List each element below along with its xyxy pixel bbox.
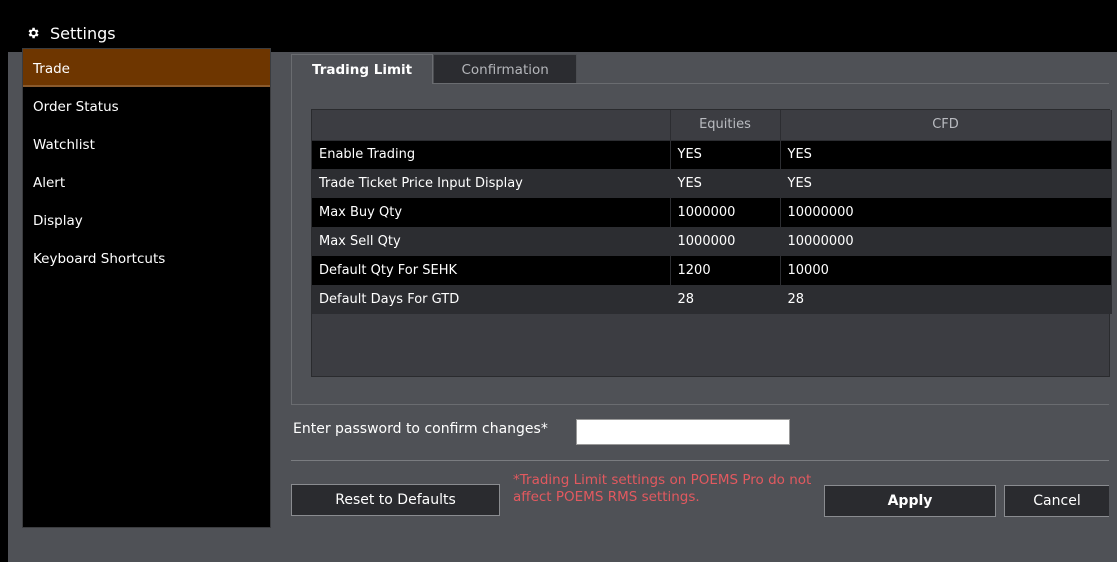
table-header-row: Equities CFD xyxy=(312,110,1112,141)
apply-button[interactable]: Apply xyxy=(824,485,996,517)
cfd-value[interactable]: YES xyxy=(780,169,1112,198)
tab-bar: Trading Limit Confirmation xyxy=(291,54,578,84)
equities-value[interactable]: 1000000 xyxy=(670,227,781,256)
sidebar-item-alert[interactable]: Alert xyxy=(23,163,270,201)
column-header-cfd: CFD xyxy=(780,110,1112,141)
sidebar-item-watchlist[interactable]: Watchlist xyxy=(23,125,270,163)
settings-sidebar: Trade Order Status Watchlist Alert Displ… xyxy=(22,48,271,528)
setting-label: Max Buy Qty xyxy=(312,198,671,227)
equities-value[interactable]: YES xyxy=(670,140,781,169)
table-row[interactable]: Trade Ticket Price Input Display YES YES xyxy=(312,169,1112,198)
table-row[interactable]: Default Days For GTD 28 28 xyxy=(312,285,1112,314)
title-bar: Settings xyxy=(8,14,1117,52)
equities-value[interactable]: 1000000 xyxy=(670,198,781,227)
cfd-value[interactable]: 10000000 xyxy=(780,227,1112,256)
sidebar-item-display[interactable]: Display xyxy=(23,201,270,239)
tab-trading-limit[interactable]: Trading Limit xyxy=(291,54,434,84)
gear-icon xyxy=(28,27,39,39)
tab-confirmation[interactable]: Confirmation xyxy=(433,54,578,84)
column-header-setting xyxy=(312,110,671,141)
cfd-value[interactable]: 28 xyxy=(780,285,1112,314)
tab-content-pane: Equities CFD Enable Trading YES YES Trad… xyxy=(291,83,1112,405)
table-row[interactable]: Default Qty For SEHK 1200 10000 xyxy=(312,256,1112,285)
setting-label: Default Qty For SEHK xyxy=(312,256,671,285)
cancel-button[interactable]: Cancel xyxy=(1004,485,1109,517)
sidebar-item-trade[interactable]: Trade xyxy=(23,49,270,87)
column-header-equities: Equities xyxy=(670,110,781,141)
divider xyxy=(291,460,1109,461)
equities-value[interactable]: 1200 xyxy=(670,256,781,285)
sidebar-item-order-status[interactable]: Order Status xyxy=(23,87,270,125)
password-input[interactable] xyxy=(576,419,790,445)
reset-to-defaults-button[interactable]: Reset to Defaults xyxy=(291,484,500,516)
equities-value[interactable]: YES xyxy=(670,169,781,198)
table-row[interactable]: Max Buy Qty 1000000 10000000 xyxy=(312,198,1112,227)
trading-limit-grid: Equities CFD Enable Trading YES YES Trad… xyxy=(311,109,1112,377)
trade-settings-panel: Trading Limit Confirmation Equities CFD … xyxy=(291,54,1112,405)
setting-label: Enable Trading xyxy=(312,140,671,169)
settings-note: *Trading Limit settings on POEMS Pro do … xyxy=(513,472,812,505)
password-label: Enter password to confirm changes* xyxy=(293,421,548,437)
setting-label: Max Sell Qty xyxy=(312,227,671,256)
setting-label: Trade Ticket Price Input Display xyxy=(312,169,671,198)
cfd-value[interactable]: 10000 xyxy=(780,256,1112,285)
cfd-value[interactable]: 10000000 xyxy=(780,198,1112,227)
sidebar-item-keyboard-shortcuts[interactable]: Keyboard Shortcuts xyxy=(23,239,270,277)
equities-value[interactable]: 28 xyxy=(670,285,781,314)
setting-label: Default Days For GTD xyxy=(312,285,671,314)
trading-limit-table: Equities CFD Enable Trading YES YES Trad… xyxy=(312,110,1112,314)
table-row[interactable]: Enable Trading YES YES xyxy=(312,140,1112,169)
cfd-value[interactable]: YES xyxy=(780,140,1112,169)
window-title: Settings xyxy=(50,23,116,43)
table-row[interactable]: Max Sell Qty 1000000 10000000 xyxy=(312,227,1112,256)
